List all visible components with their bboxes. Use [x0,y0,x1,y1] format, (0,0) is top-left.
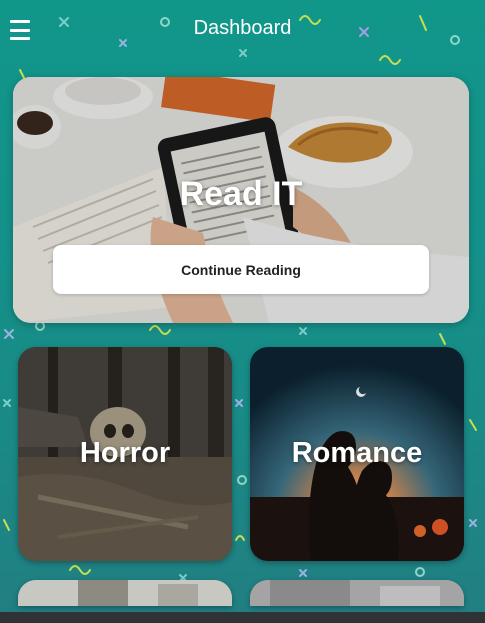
hero-card[interactable]: Read IT Continue Reading [13,77,469,323]
genre-label-horror: Horror [79,437,171,469]
genre-card-romance[interactable]: Romance [250,347,464,561]
genre-card-partial-right[interactable] [250,580,464,606]
app-screen: Dashboard Read IT Continue Reading Horro… [0,0,485,612]
hero-title: Read IT [179,175,303,213]
genre-card-horror[interactable]: Horror [18,347,232,561]
app-header: Dashboard [0,0,485,60]
genre-card-partial-left[interactable] [18,580,232,606]
page-title: Dashboard [193,17,292,39]
bottom-edge [0,612,485,623]
continue-reading-button[interactable]: Continue Reading [53,245,429,294]
partial-right-image [250,580,464,606]
partial-left-image [18,580,232,606]
genre-label-romance: Romance [291,437,423,469]
